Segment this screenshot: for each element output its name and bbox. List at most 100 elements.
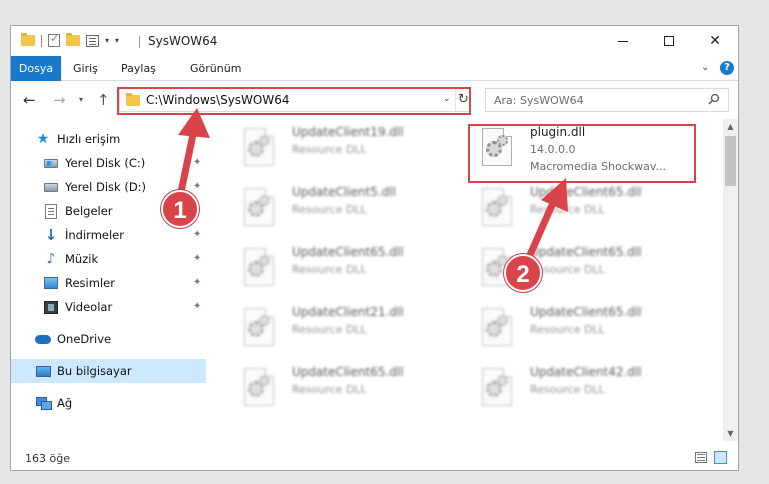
sidebar-item-label: Videolar bbox=[65, 300, 113, 314]
tab-file[interactable]: Dosya bbox=[11, 56, 61, 81]
new-folder-icon[interactable] bbox=[66, 33, 80, 46]
file-description: Resource DLL bbox=[292, 323, 367, 336]
plugin-dll-highlight bbox=[468, 124, 696, 183]
disk-icon bbox=[43, 179, 59, 195]
dll-file-icon bbox=[244, 368, 278, 408]
pin-icon[interactable]: ✦ bbox=[193, 253, 201, 264]
file-description: Resource DLL bbox=[530, 383, 605, 396]
network-icon bbox=[35, 395, 52, 411]
vertical-scrollbar[interactable]: ▲ ▼ bbox=[723, 119, 738, 441]
dll-file-icon bbox=[244, 308, 278, 348]
search-input[interactable]: Ara: SysWOW64 bbox=[485, 88, 729, 112]
file-name: UpdateClient21.dll bbox=[292, 305, 404, 319]
dll-file-icon bbox=[482, 308, 516, 348]
maximize-button[interactable] bbox=[646, 26, 692, 56]
properties-icon[interactable] bbox=[86, 34, 99, 47]
close-button[interactable]: ✕ bbox=[692, 26, 738, 56]
navigation-pane: ★ Hızlı erişim Yerel Disk (C:) ✦ Yerel D… bbox=[11, 119, 206, 441]
sidebar-item-label: Belgeler bbox=[65, 204, 113, 218]
sidebar-item-label: Ağ bbox=[57, 396, 73, 410]
search-placeholder: Ara: SysWOW64 bbox=[494, 94, 584, 107]
recent-locations-chevron-icon[interactable]: ▾ bbox=[79, 95, 83, 104]
file-name: UpdateClient65.dll bbox=[530, 185, 642, 199]
expand-ribbon-chevron-icon[interactable]: ⌄ bbox=[701, 62, 709, 73]
pin-icon[interactable]: ✦ bbox=[193, 181, 201, 192]
file-tile[interactable]: UpdateClient65.dll Resource DLL bbox=[236, 242, 461, 298]
file-tile[interactable]: UpdateClient19.dll Resource DLL bbox=[236, 122, 461, 178]
file-name: UpdateClient65.dll bbox=[530, 245, 642, 259]
tab-home[interactable]: Giriş bbox=[73, 56, 98, 81]
search-icon[interactable] bbox=[708, 93, 720, 105]
scroll-thumb[interactable] bbox=[725, 136, 736, 186]
sidebar-item-videos[interactable]: Videolar ✦ bbox=[11, 295, 206, 319]
step-badge-1: 1 bbox=[161, 190, 199, 228]
customize-toolbar-arrow-icon[interactable]: ▾ bbox=[115, 36, 119, 45]
back-arrow-icon[interactable]: ← bbox=[23, 91, 36, 109]
sidebar-item-quick-access[interactable]: ★ Hızlı erişim bbox=[11, 127, 206, 151]
dll-file-icon bbox=[244, 128, 278, 168]
minimize-icon bbox=[618, 40, 628, 42]
dll-file-icon bbox=[482, 368, 516, 408]
pin-icon[interactable]: ✦ bbox=[193, 229, 201, 240]
pin-icon[interactable]: ✦ bbox=[193, 301, 201, 312]
file-tile[interactable]: UpdateClient65.dll Resource DLL bbox=[474, 302, 699, 358]
customize-toolbar-chevron-icon[interactable]: ▾ bbox=[105, 36, 109, 45]
sidebar-item-local-disk-c[interactable]: Yerel Disk (C:) ✦ bbox=[11, 151, 206, 175]
sidebar-item-this-pc[interactable]: Bu bilgisayar bbox=[11, 359, 206, 383]
large-icons-view-icon[interactable] bbox=[714, 451, 727, 464]
sidebar-item-label: OneDrive bbox=[57, 332, 112, 346]
pin-icon[interactable]: ✦ bbox=[193, 157, 201, 168]
file-tile[interactable]: UpdateClient5.dll Resource DLL bbox=[236, 182, 461, 238]
properties-check-icon[interactable] bbox=[48, 32, 60, 47]
status-bar: 163 öğe bbox=[11, 446, 738, 470]
dll-file-icon bbox=[244, 188, 278, 228]
details-view-icon[interactable] bbox=[695, 452, 707, 463]
file-tile[interactable]: UpdateClient65.dll Resource DLL bbox=[474, 182, 699, 238]
step-badge-2: 2 bbox=[504, 254, 542, 292]
minimize-button[interactable] bbox=[600, 26, 646, 56]
sidebar-item-pictures[interactable]: Resimler ✦ bbox=[11, 271, 206, 295]
file-tile[interactable]: UpdateClient42.dll Resource DLL bbox=[474, 362, 699, 418]
file-description: Resource DLL bbox=[292, 143, 367, 156]
toolbar-separator bbox=[41, 34, 42, 47]
file-description: Resource DLL bbox=[530, 203, 605, 216]
file-tile[interactable]: UpdateClient21.dll Resource DLL bbox=[236, 302, 461, 358]
forward-arrow-icon[interactable]: → bbox=[53, 91, 66, 109]
download-icon: ↓ bbox=[44, 226, 58, 244]
file-tile[interactable]: UpdateClient65.dll Resource DLL bbox=[236, 362, 461, 418]
disk-icon bbox=[43, 155, 59, 171]
tab-share[interactable]: Paylaş bbox=[121, 56, 156, 81]
help-icon[interactable]: ? bbox=[720, 61, 734, 75]
sidebar-item-music[interactable]: ♪ Müzik ✦ bbox=[11, 247, 206, 271]
file-description: Resource DLL bbox=[292, 383, 367, 396]
sidebar-item-label: Müzik bbox=[65, 252, 99, 266]
up-arrow-icon[interactable]: ↑ bbox=[97, 91, 110, 109]
pictures-icon bbox=[43, 275, 59, 291]
sidebar-item-label: İndirmeler bbox=[65, 228, 124, 242]
file-name: UpdateClient65.dll bbox=[530, 305, 642, 319]
close-icon: ✕ bbox=[709, 33, 721, 49]
address-bar-highlight bbox=[117, 87, 471, 115]
maximize-icon bbox=[664, 36, 674, 46]
quick-access-toolbar: ▾ ▾ bbox=[21, 32, 119, 47]
window-title-wrap: SysWOW64 bbox=[139, 34, 217, 48]
music-icon: ♪ bbox=[46, 251, 56, 267]
sidebar-item-onedrive[interactable]: OneDrive bbox=[11, 327, 206, 351]
title-bar: ▾ ▾ SysWOW64 ✕ bbox=[11, 26, 738, 56]
computer-icon bbox=[35, 363, 51, 379]
file-name: UpdateClient65.dll bbox=[292, 245, 404, 259]
file-description: Resource DLL bbox=[292, 203, 367, 216]
sidebar-item-label: Yerel Disk (C:) bbox=[65, 156, 146, 170]
scroll-down-arrow-icon[interactable]: ▼ bbox=[723, 426, 738, 441]
item-count: 163 öğe bbox=[25, 452, 70, 465]
folder-icon bbox=[21, 33, 35, 46]
tab-view[interactable]: Görünüm bbox=[190, 56, 241, 81]
window-title: SysWOW64 bbox=[148, 34, 218, 48]
file-name: UpdateClient42.dll bbox=[530, 365, 642, 379]
sidebar-item-network[interactable]: Ağ bbox=[11, 391, 206, 415]
sidebar-item-label: Bu bilgisayar bbox=[57, 364, 132, 378]
pin-icon[interactable]: ✦ bbox=[193, 277, 201, 288]
scroll-up-arrow-icon[interactable]: ▲ bbox=[723, 119, 738, 134]
title-separator bbox=[139, 35, 140, 48]
sidebar-item-label: Yerel Disk (D:) bbox=[65, 180, 147, 194]
